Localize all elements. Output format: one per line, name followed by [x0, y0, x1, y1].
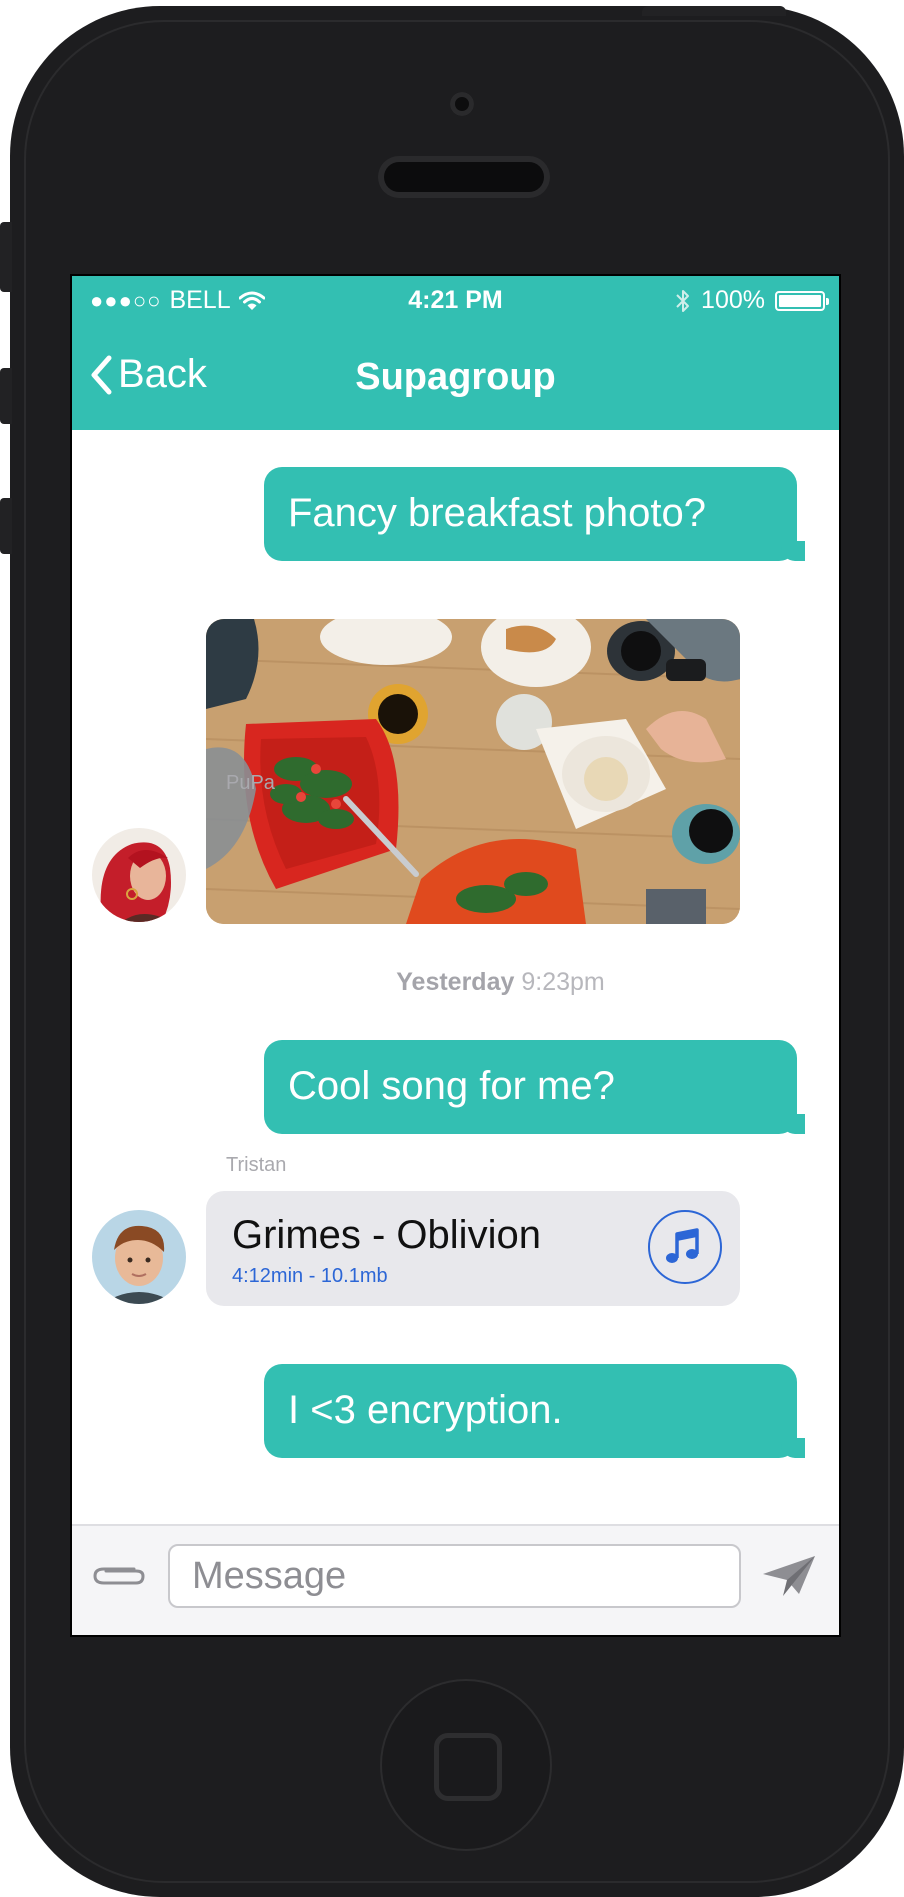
outgoing-message[interactable]: I <3 encryption. [264, 1364, 805, 1458]
volume-up-button [0, 368, 12, 424]
avatar-pupa-image [92, 828, 186, 922]
message-text: Cool song for me? [288, 1064, 615, 1108]
bubble-tail [781, 1114, 805, 1134]
message-text: Fancy breakfast photo? [288, 491, 707, 535]
bubble-tail [781, 541, 805, 561]
bluetooth-icon [676, 289, 690, 312]
mute-switch [0, 222, 12, 292]
breakfast-photo [206, 619, 740, 924]
status-right: 100% [675, 286, 829, 315]
sender-name: Tristan [226, 1154, 287, 1176]
home-square-icon [434, 1733, 502, 1801]
audio-title: Grimes - Oblivion [232, 1213, 541, 1257]
audio-meta: 4:12min - 10.1mb [232, 1265, 388, 1287]
message-text: I <3 encryption. [288, 1388, 563, 1432]
paper-plane-icon [763, 1556, 815, 1596]
status-bar: ●●●○○ BELL 4:21 PM 100% [72, 276, 839, 330]
timestamp-day: Yesterday [396, 968, 515, 996]
home-button[interactable] [382, 1681, 550, 1849]
avatar-tristan-image [92, 1210, 186, 1304]
outgoing-message[interactable]: Fancy breakfast photo? [264, 467, 805, 561]
music-note-icon [666, 1228, 699, 1263]
volume-down-button [0, 498, 12, 554]
image-message[interactable] [206, 619, 740, 924]
front-camera [450, 92, 474, 116]
paperclip-icon [93, 1567, 145, 1585]
sender-name: PuPa [226, 772, 275, 794]
battery-percent: 100% [701, 286, 765, 314]
battery-icon [775, 290, 829, 311]
navigation-bar: Back Supagroup [72, 330, 839, 430]
message-input[interactable] [168, 1544, 741, 1608]
timestamp-time: 9:23pm [521, 968, 605, 996]
earpiece-speaker [384, 162, 544, 192]
outgoing-message[interactable]: Cool song for me? [264, 1040, 805, 1134]
timestamp: Yesterday 9:23pm [72, 968, 839, 997]
audio-message[interactable]: Grimes - Oblivion 4:12min - 10.1mb [206, 1191, 740, 1306]
power-button [642, 6, 786, 16]
avatar[interactable] [92, 828, 186, 922]
attach-button[interactable] [90, 1560, 146, 1590]
message-composer [72, 1524, 839, 1635]
send-button[interactable] [759, 1552, 819, 1600]
play-audio-button[interactable] [648, 1210, 722, 1284]
conversation-title: Supagroup [355, 356, 556, 398]
avatar[interactable] [92, 1210, 186, 1304]
bubble-tail [781, 1438, 805, 1458]
app-screen: ●●●○○ BELL 4:21 PM 100% Back Supagroup F… [70, 274, 841, 1637]
